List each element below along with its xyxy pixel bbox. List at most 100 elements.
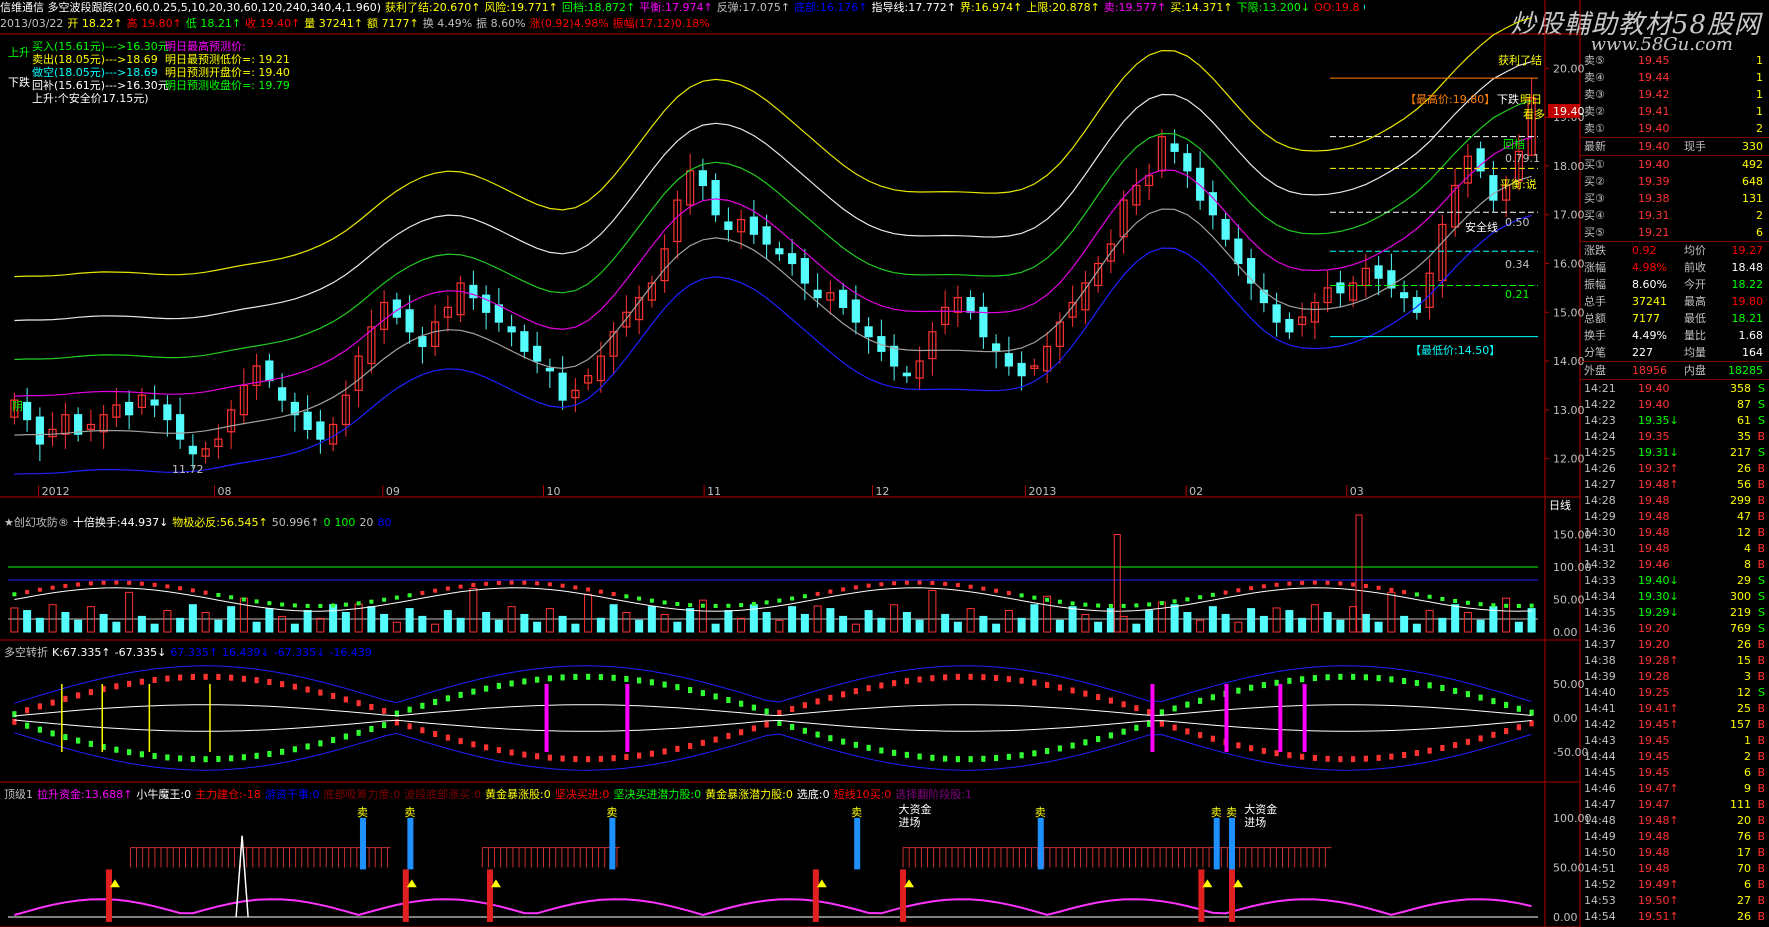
latest-volume: 330 (1742, 140, 1763, 153)
ask-label: 卖② (1584, 105, 1605, 118)
header-segment: 小牛魔王:0 (136, 788, 192, 801)
signal-dot (1453, 598, 1458, 603)
tick-price: 19.35↓ (1638, 414, 1679, 427)
stat-row: 总额 7177 最低 18.21 (1580, 310, 1769, 327)
header-segment: 顶级1 (4, 788, 33, 801)
volume-bar (877, 617, 886, 633)
tick-volume: 70 (1737, 862, 1751, 875)
tick-time: 14:42 (1584, 718, 1616, 731)
volume-bar (915, 619, 924, 633)
annotation-text: 明日最高预测价: (165, 39, 246, 53)
tick-side: B (1757, 798, 1765, 811)
candle-body (176, 414, 185, 440)
bid-label: 买⑤ (1584, 226, 1605, 239)
header-segment: -67.335↓ (114, 646, 167, 659)
x-tick-label: 11 (707, 485, 721, 498)
sell-label: 卖 (1035, 806, 1046, 819)
signal-dot (1057, 599, 1062, 604)
candle-body (788, 253, 797, 265)
tick-time: 14:25 (1584, 446, 1616, 459)
inner-value: 18285 (1728, 364, 1763, 377)
signal-dot (1491, 603, 1496, 608)
tick-side: B (1757, 878, 1765, 891)
tick-volume: 26 (1737, 462, 1751, 475)
signal-dot (1045, 597, 1050, 602)
outer-value: 18956 (1632, 364, 1667, 377)
stat-label: 分笔 (1584, 346, 1606, 359)
volume-bar (1502, 597, 1511, 633)
stat-value: 8.60% (1632, 278, 1667, 291)
stat-label: 振幅 (1584, 278, 1606, 291)
outer-inner-row: 外盘 18956 内盘 18285 (1580, 362, 1769, 379)
annotation-text: 下跌 (8, 75, 30, 89)
tick-volume: 1 (1744, 734, 1751, 747)
signal-dot (1223, 590, 1228, 595)
header-segment: 主力建仓:-18 (195, 788, 261, 801)
candle-body (711, 179, 720, 216)
tick-volume: 157 (1730, 718, 1751, 731)
sell-column (1037, 817, 1044, 870)
volume-bar (1400, 615, 1409, 633)
volume-bar (1081, 613, 1090, 633)
tick-price: 19.50↑ (1638, 894, 1679, 907)
header-segment: 游资干事:0 (264, 788, 320, 801)
stat-row: 分笔 227 均量 164 (1580, 344, 1769, 361)
signal-dot (267, 601, 272, 606)
signal-dot (127, 580, 132, 585)
bid-price: 19.21 (1638, 226, 1670, 239)
header-segment: 0 (323, 516, 331, 529)
tick-price: 19.32↑ (1638, 462, 1679, 475)
annotation-text: 【最低价:14.50】 (1410, 344, 1500, 357)
tick-side: B (1757, 430, 1765, 443)
ask-row: 卖③ 19.42 1 (1580, 86, 1769, 103)
tick-row: 14:44 19.45 2 B (1580, 748, 1769, 765)
tick-row: 14:38 19.28↑ 15 B (1580, 652, 1769, 669)
volume-bar (1132, 623, 1141, 633)
signal-dot (254, 599, 259, 604)
tick-time: 14:38 (1584, 654, 1616, 667)
tick-price: 19.46 (1638, 558, 1670, 571)
header-segment: 16.439↓ (222, 646, 270, 659)
stat-value: 18.48 (1731, 261, 1764, 274)
header-segment: 黄金暴涨潜力股:0 (705, 788, 793, 801)
signal-dot (841, 587, 846, 592)
signal-dot (407, 593, 412, 598)
annotation-text: 明日预测收盘价=: 19.79 (165, 78, 290, 92)
tick-price: 19.51↑ (1638, 910, 1679, 923)
volume-bar (902, 612, 911, 633)
candle-body (800, 258, 809, 284)
candle-body (749, 216, 758, 235)
candle-body (520, 331, 529, 352)
ask-label: 卖④ (1584, 71, 1605, 84)
stat-label: 均量 (1684, 346, 1706, 359)
tick-price: 19.45 (1638, 734, 1670, 747)
volume-bar (992, 623, 1001, 633)
signal-column (105, 869, 112, 922)
tick-price: 19.41↑ (1638, 702, 1679, 715)
annotation-text: 明日 (1520, 93, 1542, 106)
tick-time: 14:29 (1584, 510, 1616, 523)
bid-label: 买③ (1584, 192, 1605, 205)
annotation-text: 看多 (1523, 107, 1545, 121)
tick-time: 14:44 (1584, 750, 1616, 763)
tick-volume: 6 (1744, 878, 1751, 891)
volume-bar (1361, 613, 1370, 633)
stat-value: 4.49% (1632, 329, 1667, 342)
tick-row: 14:45 19.45 6 B (1580, 764, 1769, 781)
volume-bar (201, 612, 210, 633)
tick-time: 14:40 (1584, 686, 1616, 699)
volume-bar (1170, 604, 1179, 633)
signal-dot (471, 583, 476, 588)
signal-column (486, 869, 493, 922)
tick-time: 14:32 (1584, 558, 1616, 571)
volume-bar (762, 612, 771, 633)
tick-side: S (1758, 446, 1765, 459)
signal-dot (547, 582, 552, 587)
volume-bar (673, 621, 682, 633)
bid-volume: 492 (1742, 158, 1763, 171)
volume-bar (1463, 612, 1472, 633)
signal-dot (1236, 588, 1241, 593)
signal-dot (1389, 587, 1394, 592)
signal-dot (866, 583, 871, 588)
signal-dot (1529, 603, 1534, 608)
